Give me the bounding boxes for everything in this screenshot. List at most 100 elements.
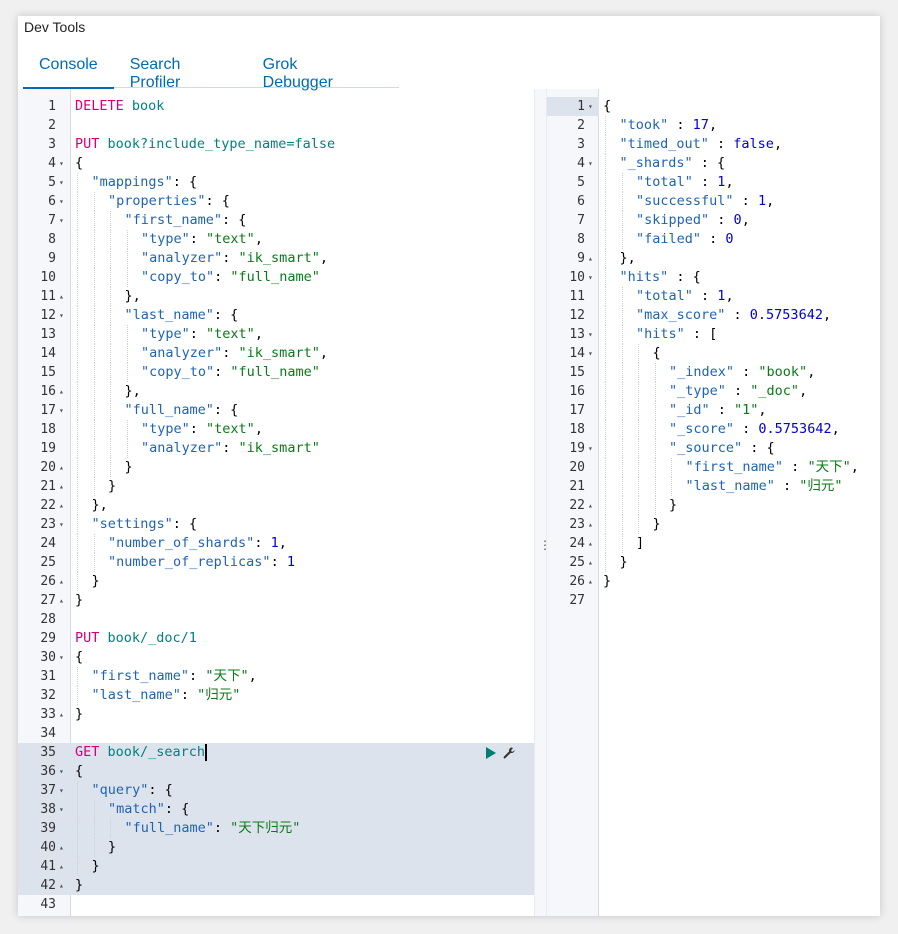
request-line[interactable]: 36 ▾ { xyxy=(18,762,534,781)
request-line[interactable]: 8 "type": "text", xyxy=(18,230,534,249)
request-line[interactable]: 38 ▾ "match": { xyxy=(18,800,534,819)
fold-close-icon[interactable]: ▴ xyxy=(59,458,64,477)
fold-open-icon[interactable]: ▾ xyxy=(59,781,64,800)
fold-close-icon[interactable]: ▴ xyxy=(59,496,64,515)
request-line[interactable]: 28 xyxy=(18,610,534,629)
request-line[interactable]: 42 ▴} xyxy=(18,876,534,895)
fold-open-icon[interactable]: ▾ xyxy=(59,192,64,211)
fold-open-icon[interactable]: ▾ xyxy=(588,154,593,173)
fold-close-icon[interactable]: ▴ xyxy=(59,838,64,857)
fold-open-icon[interactable]: ▾ xyxy=(588,268,593,287)
request-line[interactable]: 22 ▴}, xyxy=(18,496,534,515)
request-line[interactable]: 16 ▴}, xyxy=(18,382,534,401)
token-punc: : { xyxy=(668,269,701,285)
request-line[interactable]: 29 PUT book/_doc/1 xyxy=(18,629,534,648)
indent-guide xyxy=(621,477,623,496)
indent-guide xyxy=(77,306,78,325)
request-line[interactable]: 23 ▾ "settings": { xyxy=(18,515,534,534)
request-line[interactable]: 14 "analyzer": "ik_smart", xyxy=(18,344,534,363)
request-line[interactable]: 1 DELETE book xyxy=(18,97,534,116)
request-line[interactable]: 27 ▴} xyxy=(18,591,534,610)
fold-open-icon[interactable]: ▾ xyxy=(59,154,64,173)
request-line[interactable]: 37 ▾ "query": { xyxy=(18,781,534,800)
request-line[interactable]: 11 ▴}, xyxy=(18,287,534,306)
fold-close-icon[interactable]: ▴ xyxy=(588,249,593,268)
fold-close-icon[interactable]: ▴ xyxy=(588,534,593,553)
fold-open-icon[interactable]: ▾ xyxy=(588,439,593,458)
fold-close-icon[interactable]: ▴ xyxy=(588,496,593,515)
tab-grok-debugger[interactable]: Grok Debugger xyxy=(263,52,367,91)
wrench-icon[interactable] xyxy=(502,746,516,760)
token-punc: : xyxy=(734,364,759,380)
request-line[interactable]: 12 ▾ "last_name": { xyxy=(18,306,534,325)
fold-open-icon[interactable]: ▾ xyxy=(588,325,593,344)
fold-open-icon[interactable]: ▾ xyxy=(59,762,64,781)
request-line[interactable]: 7 ▾ "first_name": { xyxy=(18,211,534,230)
indent-guide xyxy=(654,458,656,477)
fold-close-icon[interactable]: ▴ xyxy=(59,876,64,895)
fold-open-icon[interactable]: ▾ xyxy=(59,648,64,667)
fold-open-icon[interactable]: ▾ xyxy=(59,306,64,325)
token-punc: , xyxy=(248,668,257,684)
request-line[interactable]: 5 ▾ "mappings": { xyxy=(18,173,534,192)
line-number: 34 xyxy=(40,726,56,741)
fold-open-icon[interactable]: ▾ xyxy=(588,344,593,363)
request-line[interactable]: 41 ▴} xyxy=(18,857,534,876)
fold-close-icon[interactable]: ▴ xyxy=(588,553,593,572)
request-line[interactable]: 40 ▴} xyxy=(18,838,534,857)
request-line[interactable]: 34 xyxy=(18,724,534,743)
tab-console[interactable]: Console xyxy=(23,52,114,89)
request-line[interactable]: 13 "type": "text", xyxy=(18,325,534,344)
fold-open-icon[interactable]: ▾ xyxy=(59,401,64,420)
token-punc: } xyxy=(619,554,628,570)
request-line[interactable]: 24 "number_of_shards": 1, xyxy=(18,534,534,553)
fold-close-icon[interactable]: ▴ xyxy=(588,572,593,591)
request-line[interactable]: 26 ▴} xyxy=(18,572,534,591)
request-line[interactable]: 25 "number_of_replicas": 1 xyxy=(18,553,534,572)
request-line[interactable]: 30 ▾ { xyxy=(18,648,534,667)
request-line[interactable]: 18 "type": "text", xyxy=(18,420,534,439)
request-line[interactable]: 4 ▾ { xyxy=(18,154,534,173)
request-line[interactable]: 33 ▴} xyxy=(18,705,534,724)
request-line[interactable]: 15 "copy_to": "full_name" xyxy=(18,363,534,382)
token-punc: , xyxy=(725,288,734,304)
fold-open-icon[interactable]: ▾ xyxy=(59,211,64,230)
token-punc: : xyxy=(214,364,231,380)
request-line[interactable]: 10 "copy_to": "full_name" xyxy=(18,268,534,287)
indent-guide xyxy=(638,439,639,458)
fold-close-icon[interactable]: ▴ xyxy=(59,591,64,610)
request-line[interactable]: 39 "full_name": "天下归元" xyxy=(18,819,534,838)
request-line[interactable]: 32 "last_name": "归元" xyxy=(18,686,534,705)
fold-close-icon[interactable]: ▴ xyxy=(59,857,64,876)
line-number: 8 xyxy=(577,232,585,247)
request-line[interactable]: 43 xyxy=(18,895,534,914)
request-line[interactable]: 3 PUT book?include_type_name=false xyxy=(18,135,534,154)
request-line[interactable]: 17 ▾ "full_name": { xyxy=(18,401,534,420)
fold-close-icon[interactable]: ▴ xyxy=(59,477,64,496)
request-line[interactable]: 2 xyxy=(18,116,534,135)
fold-close-icon[interactable]: ▴ xyxy=(59,705,64,724)
request-line[interactable]: 21 ▴} xyxy=(18,477,534,496)
request-line[interactable]: 9 "analyzer": "ik_smart", xyxy=(18,249,534,268)
fold-open-icon[interactable]: ▾ xyxy=(588,97,593,116)
pane-resizer[interactable]: ⋮ xyxy=(534,89,551,916)
request-line[interactable]: 20 ▴} xyxy=(18,458,534,477)
tab-search-profiler[interactable]: Search Profiler xyxy=(130,52,231,91)
fold-close-icon[interactable]: ▴ xyxy=(59,572,64,591)
token-punc: , xyxy=(822,307,832,323)
request-line[interactable]: 6 ▾ "properties": { xyxy=(18,192,534,211)
fold-open-icon[interactable]: ▾ xyxy=(59,800,64,819)
request-line[interactable]: 31 "first_name": "天下", xyxy=(18,667,534,686)
request-line[interactable]: 35 GET book/_search xyxy=(18,743,534,762)
fold-close-icon[interactable]: ▴ xyxy=(588,515,593,534)
request-lines[interactable]: 1 DELETE book 2 3 PUT book?include_type_name… xyxy=(18,97,534,914)
request-editor[interactable]: 1 DELETE book 2 3 PUT book?include_type_name… xyxy=(18,89,534,916)
fold-open-icon[interactable]: ▾ xyxy=(59,173,64,192)
indent-guide xyxy=(605,230,606,249)
fold-close-icon[interactable]: ▴ xyxy=(59,287,64,306)
play-icon[interactable] xyxy=(486,746,496,759)
request-line[interactable]: 19 "analyzer": "ik_smart" xyxy=(18,439,534,458)
line-number: 12 xyxy=(40,308,56,323)
fold-close-icon[interactable]: ▴ xyxy=(59,382,64,401)
fold-open-icon[interactable]: ▾ xyxy=(59,515,64,534)
